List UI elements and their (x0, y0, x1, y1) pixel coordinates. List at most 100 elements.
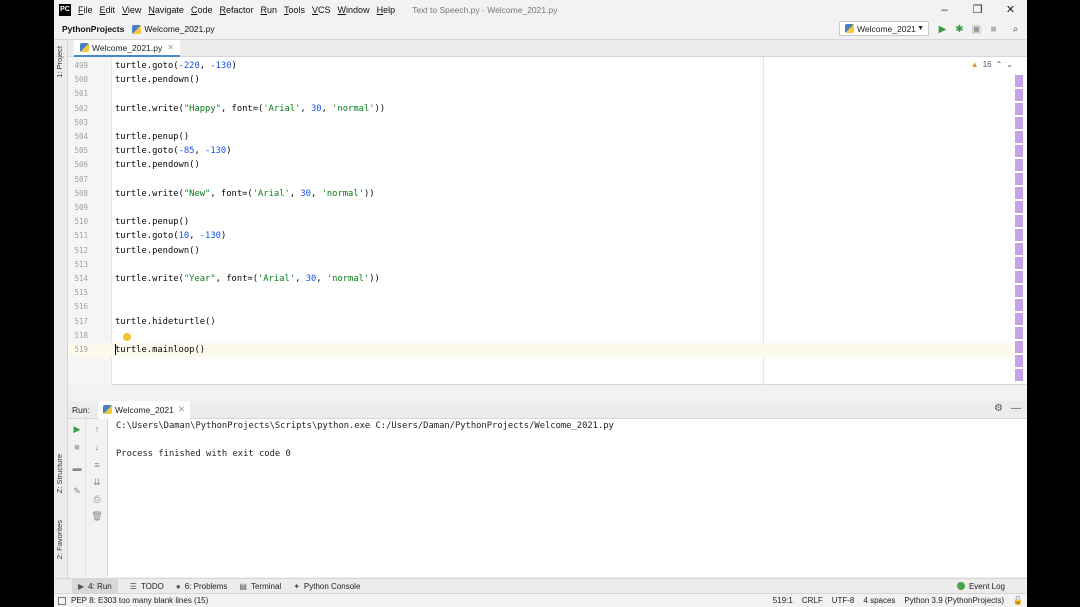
caret-position[interactable]: 519:1 (773, 596, 793, 605)
run-config-selector[interactable]: Welcome_2021 ▼ (839, 21, 929, 36)
close-tab-icon[interactable]: ✕ (167, 43, 174, 52)
menu-tools[interactable]: Tools (284, 5, 305, 15)
gear-icon[interactable]: ⚙ (994, 403, 1003, 414)
menu-refactor[interactable]: Refactor (219, 5, 253, 15)
console-action-column: ↑ ↓ ≡ ⇊ ⎙ 🗑 (86, 419, 108, 577)
chevron-down-icon[interactable]: ⌄ (1006, 60, 1013, 69)
stop-icon[interactable]: ■ (70, 440, 84, 454)
lock-icon[interactable]: 🔓 (1013, 596, 1023, 605)
code-line[interactable]: 500 turtle.pendown() (68, 73, 1013, 87)
run-tab-label: Welcome_2021 (114, 404, 174, 415)
code-line[interactable]: 512 turtle.pendown() (68, 244, 1013, 258)
code-line[interactable]: 503 (68, 116, 1013, 130)
debug-icon[interactable]: ✱ (951, 22, 968, 36)
code-line[interactable]: 507 (68, 173, 1013, 187)
tool-windows-icon[interactable] (58, 596, 66, 605)
code-line[interactable]: 501 (68, 87, 1013, 101)
breadcrumb-file-label: Welcome_2021.py (144, 24, 215, 34)
lightbulb-icon[interactable] (123, 333, 131, 341)
pin-icon[interactable]: ✎ (70, 484, 84, 498)
stop-icon[interactable]: ■ (985, 22, 1002, 36)
menu-code[interactable]: Code (191, 5, 213, 15)
navigation-bar: PythonProjects Welcome_2021.py Welcome_2… (54, 19, 1027, 40)
file-encoding[interactable]: UTF-8 (832, 596, 855, 605)
line-number: 507 (74, 174, 88, 184)
interpreter-selector[interactable]: Python 3.9 (PythonProjects) (904, 596, 1004, 605)
search-icon[interactable]: ⌕ (1007, 22, 1024, 36)
favorites-tool-tab[interactable]: 2: Favorites (55, 520, 64, 559)
code-line[interactable]: 516 (68, 300, 1013, 314)
menu-bar: PC File Edit View Navigate Code Refactor… (54, 0, 1027, 19)
run-tool-button[interactable]: ▶ 4: Run (72, 579, 118, 593)
run-tab[interactable]: Welcome_2021 ✕ (97, 400, 191, 419)
menu-run[interactable]: Run (260, 5, 277, 15)
menu-vcs[interactable]: VCS (312, 5, 331, 15)
run-icon[interactable]: ▶ (934, 22, 951, 36)
arrow-up-icon[interactable]: ↑ (90, 422, 104, 436)
python-console-tool-label: Python Console (303, 581, 361, 591)
trash-icon[interactable]: 🗑 (90, 509, 104, 523)
todo-tool-button[interactable]: ☰ TODO (130, 582, 164, 591)
code-line[interactable]: 518 (68, 329, 1013, 343)
line-number: 509 (74, 203, 88, 212)
code-line[interactable]: 504 turtle.penup() (68, 130, 1013, 144)
code-line[interactable]: 506 turtle.pendown() (68, 158, 1013, 172)
arrow-down-icon[interactable]: ↓ (90, 440, 104, 454)
menu-edit[interactable]: Edit (100, 5, 116, 15)
scroll-to-end-icon[interactable]: ⇊ (90, 475, 104, 489)
code-line[interactable]: 499 turtle.goto(-220, -130) (68, 59, 1013, 73)
code-line[interactable]: 514 turtle.write("Year", font=('Arial', 3… (68, 272, 1013, 286)
restore-icon[interactable]: ❐ (961, 0, 994, 19)
rerun-icon[interactable]: ▶ (70, 422, 84, 436)
scrollbar-markers[interactable] (1015, 75, 1023, 383)
inspection-widget[interactable]: ▲ 16 ⌃ ⌄ (971, 60, 1013, 69)
code-line[interactable]: 505 turtle.goto(-85, -130) (68, 144, 1013, 158)
code-editor[interactable]: 499 turtle.goto(-220, -130) 500 turtle.pend… (68, 57, 1027, 385)
event-log-button[interactable]: Event Log (956, 582, 1005, 591)
run-action-column: ▶ ■ ▬ ✎ (68, 419, 86, 577)
chevron-up-icon[interactable]: ⌃ (996, 60, 1003, 69)
code-line[interactable]: 513 (68, 258, 1013, 272)
code-line[interactable]: 515 (68, 286, 1013, 300)
status-bar: PEP 8: E303 too many blank lines (15) 51… (54, 593, 1027, 607)
code-line[interactable]: 509 (68, 201, 1013, 215)
structure-tool-tab[interactable]: Z: Structure (55, 454, 64, 493)
terminal-tool-button[interactable]: ▤ Terminal (239, 582, 281, 591)
line-number: 518 (74, 330, 88, 340)
run-tool-label: 4: Run (88, 581, 112, 591)
status-message: PEP 8: E303 too many blank lines (15) (58, 596, 208, 605)
menu-help[interactable]: Help (377, 5, 396, 15)
code-line[interactable]: 508 turtle.write("New", font=('Arial', 30… (68, 187, 1013, 201)
menu-view[interactable]: View (122, 5, 141, 15)
menu-window[interactable]: Window (338, 5, 370, 15)
code-line[interactable]: 510 turtle.penup() (68, 215, 1013, 229)
breadcrumb-file[interactable]: Welcome_2021.py (132, 24, 215, 34)
python-console-tool-button[interactable]: ✦ Python Console (293, 582, 360, 591)
breadcrumb-project[interactable]: PythonProjects (62, 24, 124, 34)
line-separator[interactable]: CRLF (802, 596, 823, 605)
close-tab-icon[interactable]: ✕ (178, 404, 185, 415)
layout-icon[interactable]: ▬ (70, 461, 84, 475)
line-number: 504 (74, 132, 88, 141)
project-tool-tab[interactable]: 1: Project (55, 46, 64, 78)
code-line[interactable]: 502 turtle.write("Happy", font=('Arial', … (68, 102, 1013, 116)
line-number: 502 (74, 103, 88, 113)
print-icon[interactable]: ⎙ (90, 492, 104, 506)
minimize-icon[interactable]: – (928, 0, 961, 19)
line-number: 513 (74, 259, 88, 269)
editor-tab-welcome[interactable]: Welcome_2021.py ✕ (74, 40, 180, 57)
soft-wrap-icon[interactable]: ≡ (90, 458, 104, 472)
indent-setting[interactable]: 4 spaces (863, 596, 895, 605)
info-icon: ● (175, 581, 181, 591)
close-icon[interactable]: ✕ (994, 0, 1027, 19)
menu-file[interactable]: File (78, 5, 93, 15)
hide-icon[interactable]: — (1011, 403, 1021, 414)
code-line[interactable]: 517 turtle.hideturtle() (68, 315, 1013, 329)
code-line[interactable]: 511 turtle.goto(10, -130) (68, 229, 1013, 243)
code-line[interactable]: 519 turtle.mainloop() (68, 343, 1013, 358)
problems-tool-button[interactable]: ● 6: Problems (176, 582, 228, 591)
menu-navigate[interactable]: Navigate (148, 5, 184, 15)
code-text: turtle.write("Happy", font=('Arial', 30,… (115, 103, 386, 114)
run-console[interactable]: C:\Users\Daman\PythonProjects\Scripts\py… (108, 419, 1027, 577)
coverage-icon[interactable]: ▣ (968, 22, 985, 36)
